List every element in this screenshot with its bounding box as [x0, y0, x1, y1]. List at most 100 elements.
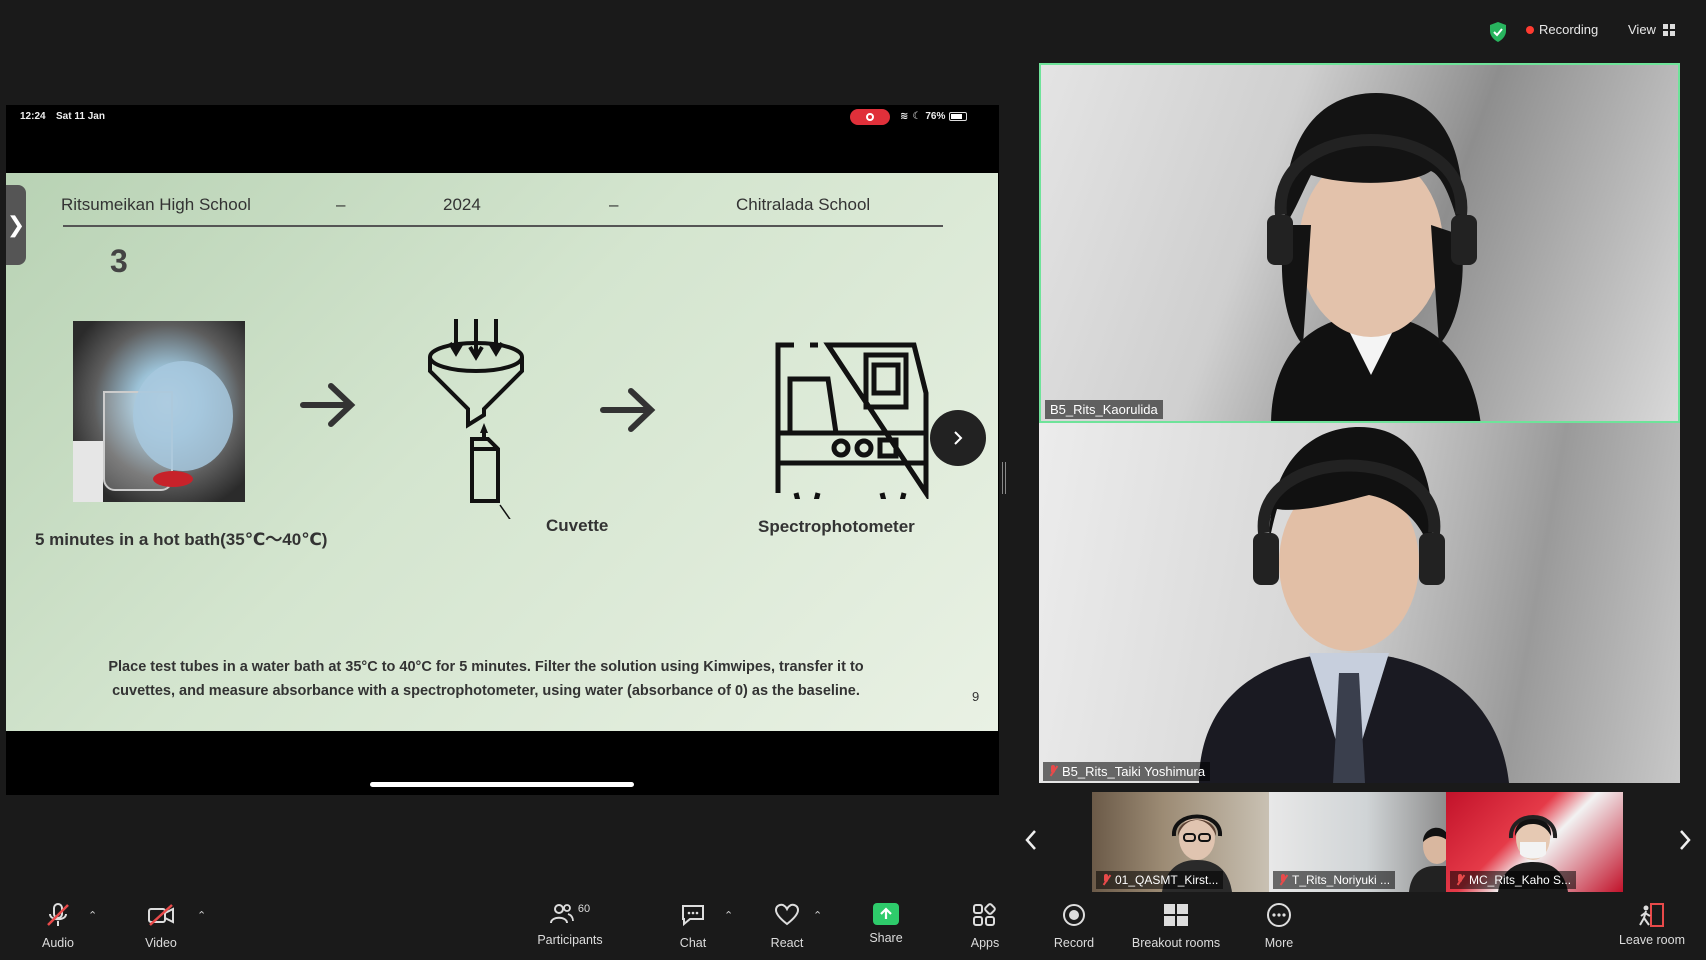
chat-options-caret-icon[interactable]: ⌃ — [724, 909, 733, 922]
ipad-time: 12:24 — [20, 111, 46, 122]
chevron-left-icon — [1025, 830, 1036, 850]
previous-page-button[interactable] — [1024, 827, 1038, 858]
share-button[interactable]: Share — [866, 903, 906, 945]
participant-name: MC_Rits_Kaho S... — [1469, 873, 1572, 887]
breakout-rooms-button[interactable]: Breakout rooms — [1126, 903, 1226, 950]
video-button[interactable]: Video — [141, 903, 181, 950]
ipad-status-icons: ≋ ☾ 76% — [900, 111, 968, 122]
participant-video — [1409, 827, 1446, 892]
participant-name: 01_QASMT_Kirst... — [1115, 873, 1219, 887]
chevron-right-icon — [954, 431, 963, 445]
participant-thumbnail[interactable]: 01_QASMT_Kirst... — [1092, 792, 1269, 892]
recording-indicator[interactable]: Recording — [1526, 22, 1598, 37]
participants-label: Participants — [537, 933, 603, 947]
presentation-slide: ❯ Ritsumeikan High School – 2024 – Chitr… — [6, 173, 998, 731]
participants-button[interactable]: 60 Participants — [528, 903, 612, 947]
chat-button[interactable]: Chat — [676, 903, 710, 950]
view-button[interactable]: View — [1628, 22, 1675, 37]
record-label: Record — [1053, 936, 1095, 950]
recording-dot-icon — [1526, 25, 1534, 34]
share-label: Share — [869, 931, 903, 945]
react-options-caret-icon[interactable]: ⌃ — [813, 909, 822, 922]
leave-room-icon — [1639, 903, 1664, 927]
apps-button[interactable]: Apps — [965, 903, 1005, 950]
slide-header-dash: – — [336, 195, 346, 214]
funnel-cuvette-icon — [428, 319, 524, 519]
slide-header-dash-2: – — [609, 195, 619, 214]
audio-button[interactable]: Audio — [38, 903, 78, 950]
breakout-rooms-label: Breakout rooms — [1131, 936, 1221, 950]
chat-label: Chat — [679, 936, 707, 950]
react-button[interactable]: React — [767, 903, 807, 950]
next-page-button[interactable] — [1678, 827, 1692, 858]
leave-room-button[interactable]: Leave room — [1612, 903, 1692, 947]
mic-muted-icon — [1048, 765, 1058, 778]
chat-icon — [682, 905, 704, 927]
step-number: 3 — [110, 243, 128, 279]
mic-muted-icon — [1455, 873, 1465, 887]
video-tile-active-speaker[interactable]: B5_Rits_Kaorulida — [1039, 63, 1680, 423]
caption-cuvette: Cuvette — [546, 516, 609, 535]
record-icon — [1063, 904, 1085, 926]
video-off-icon — [148, 904, 174, 926]
react-label: React — [770, 936, 804, 950]
grid-view-icon — [1662, 23, 1675, 36]
more-label: More — [1264, 936, 1294, 950]
security-shield-icon[interactable] — [1488, 21, 1508, 43]
next-slide-button[interactable] — [930, 410, 986, 466]
participant-name-tag: T_Rits_Noriyuki ... — [1273, 871, 1396, 889]
slide-page-number: 9 — [972, 689, 980, 704]
participant-thumbnail[interactable]: T_Rits_Noriyuki ... — [1269, 792, 1446, 892]
audio-options-caret-icon[interactable]: ⌃ — [88, 909, 97, 922]
slide-header-year: 2024 — [443, 195, 481, 214]
slide-body-text: Place test tubes in a water bath at 35°C… — [46, 655, 926, 703]
meeting-toolbar: Audio ⌃ Video ⌃ 60 Participants Chat ⌃ R… — [0, 895, 1706, 960]
more-icon — [1267, 903, 1291, 927]
meeting-top-bar: Recording View — [0, 0, 1706, 60]
record-button[interactable]: Record — [1050, 903, 1098, 950]
arrow-right-icon — [300, 383, 356, 427]
view-label: View — [1628, 22, 1656, 37]
moon-icon: ☾ — [912, 111, 922, 122]
video-options-caret-icon[interactable]: ⌃ — [197, 909, 206, 922]
participant-name: B5_Rits_Kaorulida — [1050, 402, 1158, 417]
participant-name-tag: MC_Rits_Kaho S... — [1450, 871, 1577, 889]
video-tile[interactable]: B5_Rits_Taiki Yoshimura — [1039, 423, 1680, 783]
share-screen-icon — [873, 903, 899, 925]
participant-name: T_Rits_Noriyuki ... — [1292, 873, 1391, 887]
slide-header-divider — [63, 225, 943, 227]
caption-spectrophotometer: Spectrophotometer — [758, 517, 915, 536]
apps-icon — [973, 903, 996, 926]
ipad-date: Sat 11 Jan — [56, 111, 105, 122]
slide-body-line-2: cuvettes, and measure absorbance with a … — [112, 683, 860, 699]
participant-name: B5_Rits_Taiki Yoshimura — [1062, 764, 1206, 779]
spectrophotometer-icon — [775, 342, 929, 499]
participant-video — [1267, 93, 1481, 421]
more-button[interactable]: More — [1259, 903, 1299, 950]
participants-count: 60 — [577, 903, 591, 915]
chevron-right-icon: ❯ — [6, 212, 26, 237]
screen-recording-icon — [850, 109, 890, 125]
chevron-right-icon — [1680, 830, 1691, 850]
shared-screen[interactable]: 12:24 Sat 11 Jan ≋ ☾ 76% ❯ Ritsumeikan H… — [6, 105, 999, 795]
battery-percent: 76% — [925, 111, 946, 122]
participant-thumbnail[interactable]: MC_Rits_Kaho S... — [1446, 792, 1623, 892]
participant-name-tag: B5_Rits_Kaorulida — [1045, 400, 1163, 419]
slide-body-line-1: Place test tubes in a water bath at 35°C… — [108, 659, 864, 675]
participant-name-tag: 01_QASMT_Kirst... — [1096, 871, 1224, 889]
wifi-icon: ≋ — [900, 111, 909, 122]
apps-label: Apps — [970, 936, 1000, 950]
slide-sidebar-handle[interactable]: ❯ — [6, 185, 26, 265]
recording-label: Recording — [1539, 22, 1599, 37]
mic-muted-icon — [47, 903, 69, 926]
mic-muted-icon — [1101, 873, 1111, 887]
ipad-home-indicator — [370, 782, 634, 787]
mic-muted-icon — [1278, 873, 1288, 887]
participant-video — [1199, 427, 1509, 783]
leave-room-label: Leave room — [1618, 933, 1685, 947]
caption-hot-bath: 5 minutes in a hot bath(35℃〜40℃) — [35, 530, 328, 549]
participant-name-tag: B5_Rits_Taiki Yoshimura — [1043, 762, 1211, 781]
split-view-drag-handle[interactable] — [1002, 462, 1006, 494]
slide-header-right: Chitralada School — [736, 195, 871, 214]
arrow-right-icon — [600, 388, 656, 432]
